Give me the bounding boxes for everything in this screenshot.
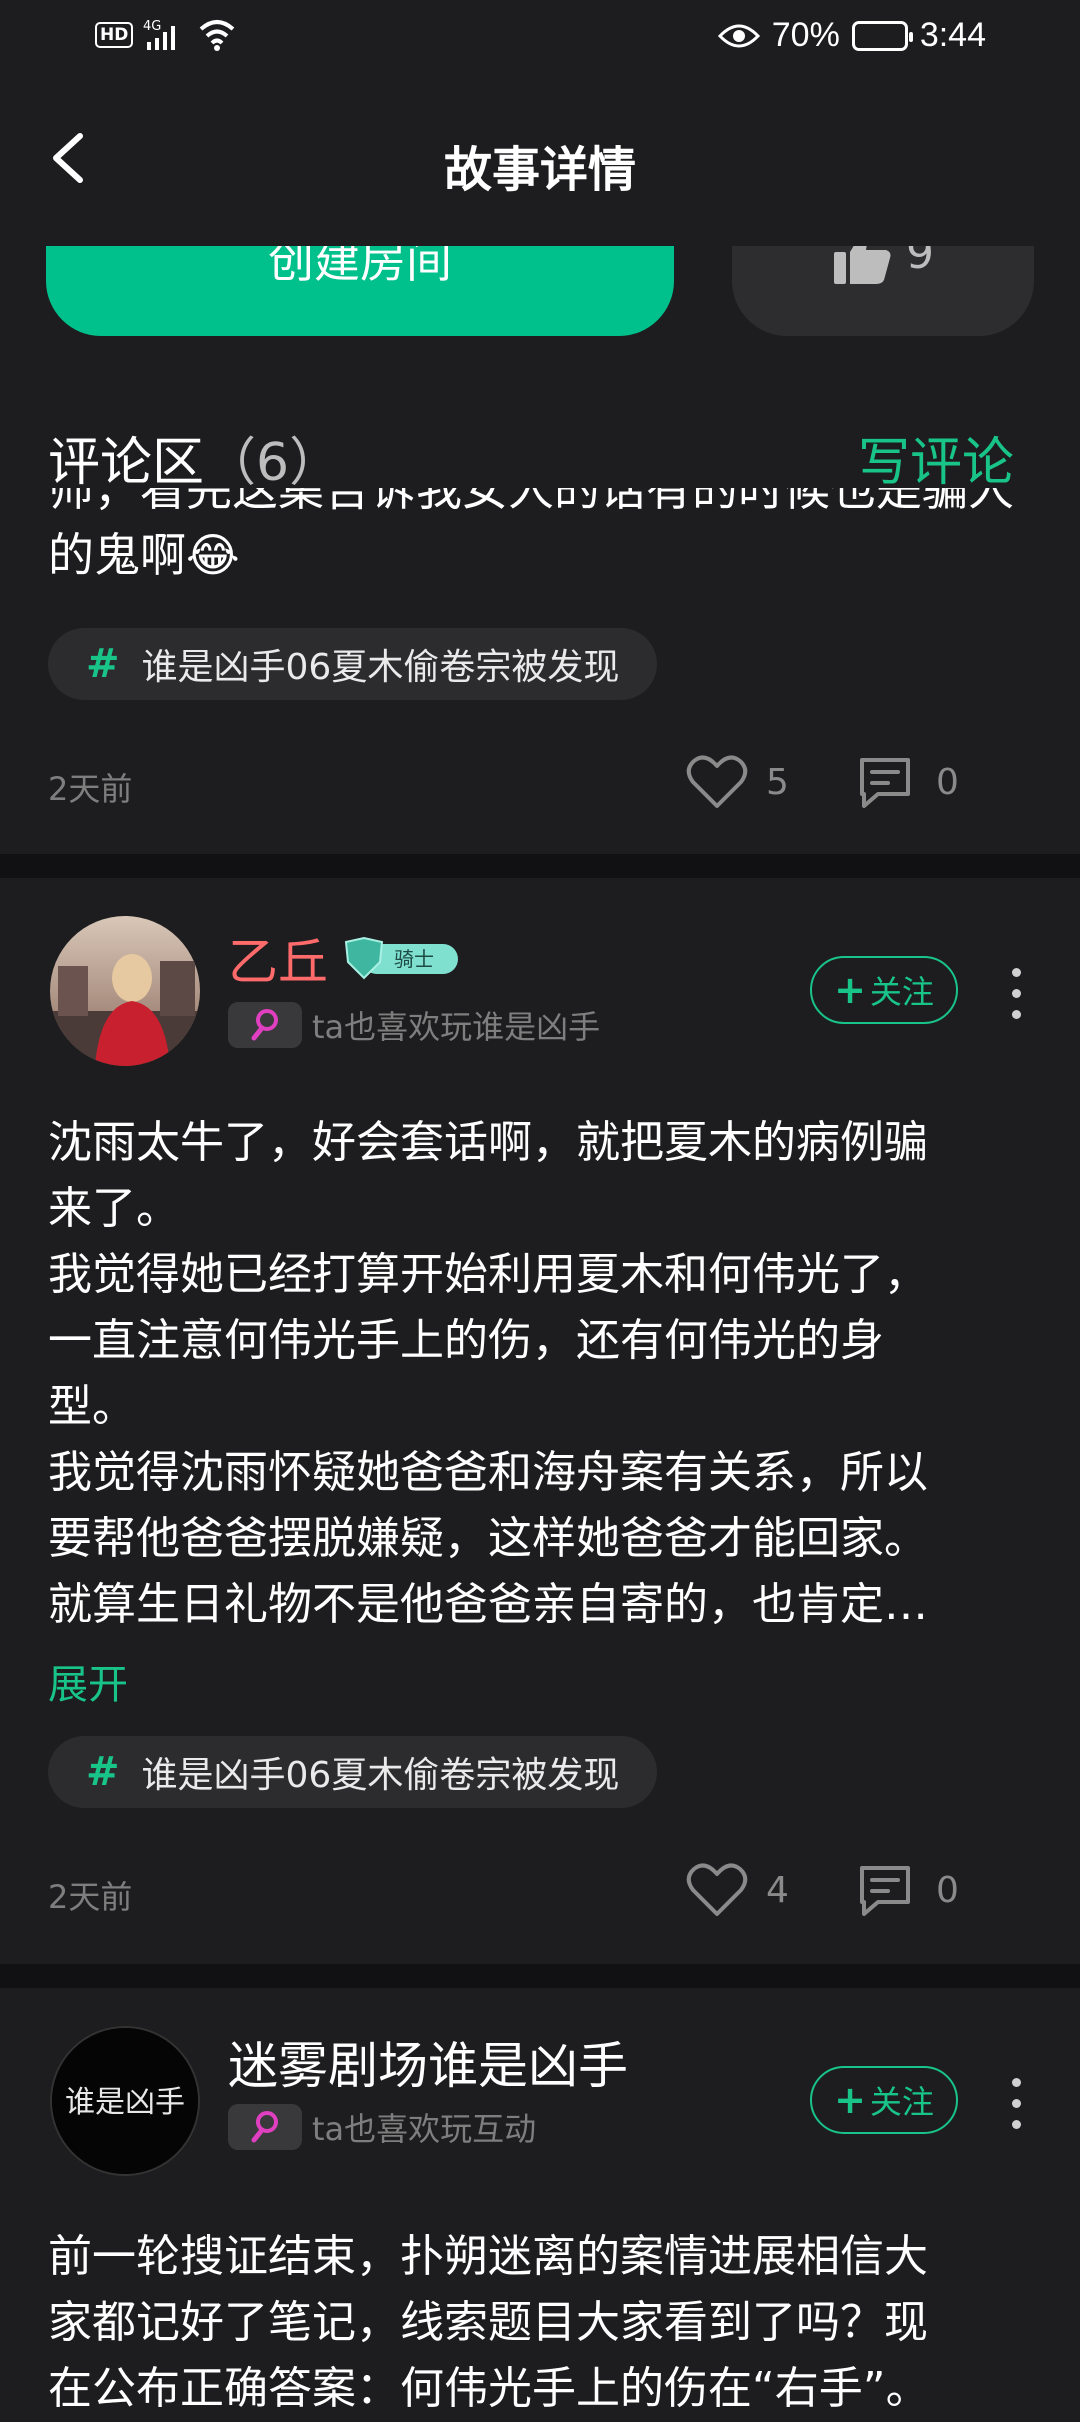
wifi-icon	[200, 20, 235, 51]
avatar-logo: 谁是凶手	[52, 2028, 198, 2174]
shield-icon: 骑士	[344, 936, 458, 980]
svg-text:4G: 4G	[143, 19, 161, 34]
username[interactable]: 迷雾剧场谁是凶手	[228, 2026, 628, 2098]
signal-icon: 4G	[143, 19, 176, 50]
comment-bubble-icon	[860, 758, 910, 808]
more-options-icon[interactable]	[1006, 2078, 1026, 2141]
hash-icon: #	[86, 1749, 120, 1795]
plus-icon: +	[834, 968, 866, 1012]
plus-icon: +	[834, 2078, 866, 2122]
divider	[0, 1964, 1080, 1988]
user-subtitle: ta也喜欢玩谁是凶手	[312, 1008, 601, 1046]
svg-text:骑士: 骑士	[394, 947, 434, 971]
comment-text: 前一轮搜证结束，扑朔迷离的案情进展相信大 家都记好了笔记，线索题目大家看到了吗？…	[48, 2231, 930, 2414]
username[interactable]: 乙丘	[228, 922, 328, 994]
follow-button[interactable]: + 关注	[810, 2066, 958, 2134]
comment-time: 2天前	[48, 770, 133, 808]
clock: 3:44	[919, 16, 986, 54]
more-options-icon[interactable]	[1006, 968, 1026, 1031]
action-row: 创建房间 9	[0, 226, 1080, 342]
comment-card: 乙丘 骑士 ta也喜欢玩谁是凶手 + 关注 沈雨太牛了，好会套话啊，就把夏木的病…	[0, 878, 1080, 1962]
topic-tag[interactable]: # 谁是凶手06夏木偷卷宗被发现	[48, 628, 658, 700]
write-comment-button[interactable]: 写评论	[858, 420, 1014, 495]
level-badge: 骑士	[342, 936, 462, 980]
like-count: 5	[766, 761, 789, 803]
user-subtitle: ta也喜欢玩互动	[312, 2110, 537, 2148]
avatar-image	[50, 916, 200, 1066]
comment-meta: 2天前 5 0	[48, 754, 1038, 814]
game-icon	[228, 2104, 302, 2150]
like-button[interactable]: 5	[686, 754, 789, 810]
status-bar: HD 4G 70% 3:44	[0, 0, 1080, 78]
comments-header: 评论区（6） 写评论	[0, 420, 1080, 500]
nav-bar: 故事详情	[0, 78, 1080, 246]
heart-icon	[686, 755, 748, 808]
comment-meta: 2天前 4 0	[48, 1862, 1038, 1922]
topic-tag[interactable]: # 谁是凶手06夏木偷卷宗被发现	[48, 1736, 658, 1808]
expand-link[interactable]: 展开	[48, 1652, 128, 1710]
divider	[0, 854, 1080, 878]
heart-icon	[686, 1863, 748, 1916]
comment-time: 2天前	[48, 1878, 133, 1916]
comment-bubble-icon	[860, 1866, 910, 1916]
comment-text: 师，看完这集告诉我女人的话有的时候也是骗人 的鬼啊😂	[48, 488, 1038, 588]
comment-card: 谁是凶手 迷雾剧场谁是凶手 ta也喜欢玩互动 + 关注 前一轮搜证结束，扑朔迷离…	[0, 1988, 1080, 2414]
like-button[interactable]: 4	[686, 1862, 789, 1918]
battery-percent: 70%	[771, 16, 840, 54]
reply-count: 0	[936, 761, 959, 803]
like-count: 4	[766, 1869, 789, 1911]
avatar[interactable]: 谁是凶手	[50, 2026, 200, 2176]
reply-button[interactable]: 0	[856, 754, 959, 810]
comment-last-line: 的鬼啊😂	[48, 528, 240, 582]
svg-text:谁是凶手: 谁是凶手	[65, 2085, 185, 2120]
hd-icon: HD	[95, 22, 134, 48]
reply-button[interactable]: 0	[856, 1862, 959, 1918]
follow-button[interactable]: + 关注	[810, 956, 958, 1024]
game-icon	[228, 1002, 302, 1048]
comments-title: 评论区（6）	[48, 433, 342, 493]
page-title: 故事详情	[443, 142, 636, 198]
avatar[interactable]	[50, 916, 200, 1066]
hash-icon: #	[86, 641, 120, 687]
reply-count: 0	[936, 1869, 959, 1911]
eye-icon	[717, 24, 760, 47]
battery-icon	[851, 20, 913, 51]
comment-text: 沈雨太牛了，好会套话啊，就把夏木的病例骗 来了。 我觉得她已经打算开始利用夏木和…	[48, 1117, 928, 1630]
comments-count: （6）	[204, 433, 342, 493]
